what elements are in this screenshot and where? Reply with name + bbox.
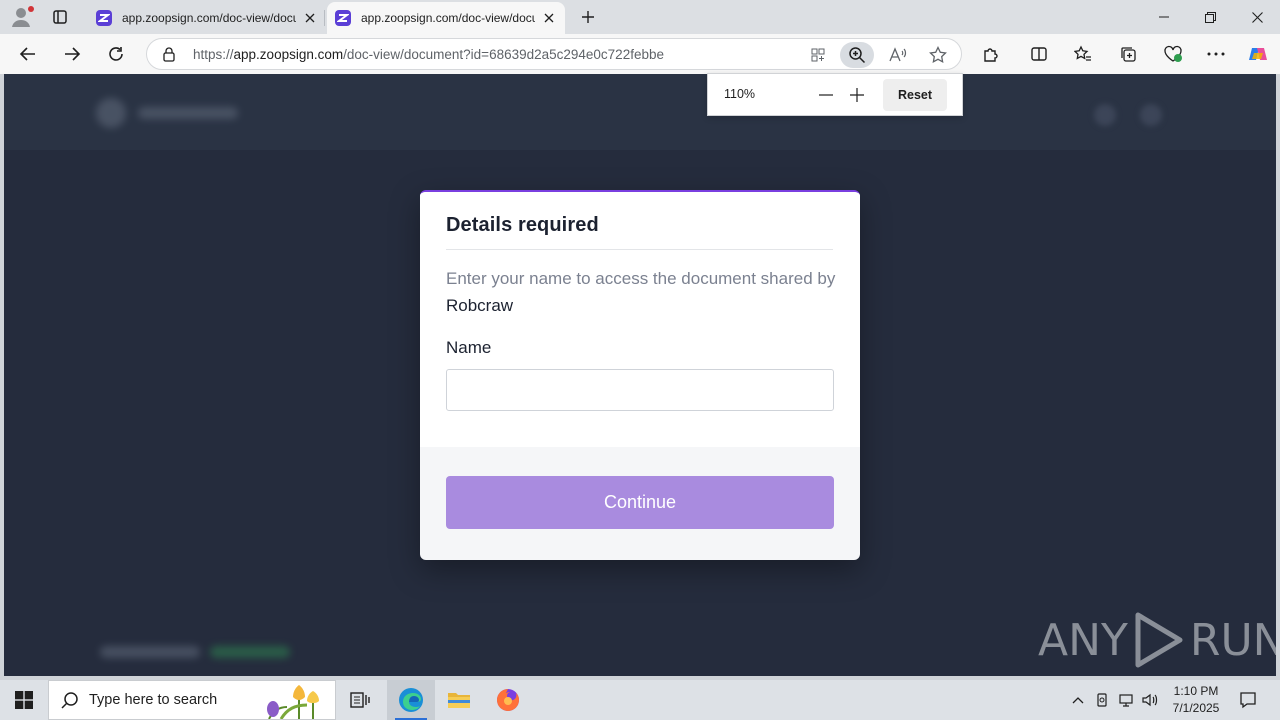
taskbar-file-explorer[interactable]	[435, 680, 483, 720]
windows-taskbar: Type here to search 1:10 PM 7/1/2025	[0, 680, 1280, 720]
edge-browser-icon	[399, 688, 423, 712]
refresh-icon[interactable]	[104, 42, 128, 66]
folder-icon	[448, 693, 470, 708]
extensions-puzzle-icon[interactable]	[979, 42, 1003, 66]
volume-icon[interactable]	[1140, 690, 1160, 710]
browser-toolbar: https://app.zoopsign.com/doc-view/docume…	[0, 34, 1280, 74]
forward-arrow-icon[interactable]	[60, 42, 84, 66]
play-logo-icon	[1135, 612, 1183, 668]
close-window-button[interactable]	[1234, 0, 1280, 34]
tab-close-icon[interactable]	[302, 10, 318, 26]
browser-tab-strip: app.zoopsign.com/doc-view/docu app.zoops…	[0, 0, 1280, 34]
zoopsign-favicon-icon	[96, 10, 112, 26]
url-text[interactable]: https://app.zoopsign.com/doc-view/docume…	[193, 47, 664, 62]
name-input[interactable]	[446, 369, 834, 411]
firefox-icon	[497, 689, 519, 711]
zoom-level: 110%	[724, 87, 756, 101]
clock-date: 7/1/2025	[1172, 701, 1220, 715]
modal-title: Details required	[446, 214, 599, 236]
favorites-list-icon[interactable]	[1071, 42, 1095, 66]
zoom-out-button[interactable]	[814, 83, 838, 107]
document-owner: Robcraw	[446, 296, 514, 315]
copilot-icon[interactable]	[1246, 42, 1270, 66]
profile-notification-dot	[28, 6, 34, 12]
tab-zoopsign-2[interactable]: app.zoopsign.com/doc-view/docu	[327, 2, 565, 34]
zoopsign-favicon-icon	[335, 10, 351, 26]
zoom-popup: 110% Reset	[707, 73, 963, 116]
zoom-in-button[interactable]	[845, 83, 869, 107]
header-blurred-icon	[1140, 104, 1162, 126]
favorite-star-icon[interactable]	[925, 42, 951, 68]
details-required-modal: Details required Enter your name to acce…	[420, 190, 860, 560]
site-header-blurred	[4, 74, 1276, 150]
show-hidden-icons-chevron-icon[interactable]	[1068, 690, 1088, 710]
address-bar[interactable]: https://app.zoopsign.com/doc-view/docume…	[146, 38, 962, 70]
taskbar-edge[interactable]	[387, 680, 435, 720]
restore-button[interactable]	[1187, 0, 1233, 34]
tab-separator	[324, 10, 325, 26]
name-label: Name	[446, 338, 492, 357]
search-placeholder: Type here to search	[89, 692, 218, 708]
new-tab-button[interactable]	[576, 5, 600, 29]
taskbar-search-box[interactable]: Type here to search	[48, 680, 336, 720]
device-status-icon[interactable]	[1092, 690, 1112, 710]
page-viewport: Details required Enter your name to acce…	[4, 74, 1276, 676]
split-screen-icon[interactable]	[1027, 42, 1051, 66]
tab-close-icon[interactable]	[541, 10, 557, 26]
start-button[interactable]	[0, 680, 48, 720]
taskbar-firefox[interactable]	[484, 680, 532, 720]
continue-button[interactable]: Continue	[446, 476, 834, 529]
task-view-button[interactable]	[336, 680, 384, 720]
tab-zoopsign-1[interactable]: app.zoopsign.com/doc-view/docu	[88, 2, 326, 34]
windows-logo-icon	[15, 691, 33, 709]
header-blurred-icon	[1094, 104, 1116, 126]
lock-icon[interactable]	[161, 46, 177, 62]
anyrun-watermark: ANY RUN	[1038, 612, 1276, 668]
more-options-icon[interactable]	[1204, 42, 1228, 66]
modal-description: Enter your name to access the document s…	[446, 269, 836, 315]
browser-essentials-icon[interactable]	[1161, 42, 1185, 66]
site-footer-blurred	[100, 646, 300, 660]
clock-time: 1:10 PM	[1173, 684, 1219, 698]
minimize-button[interactable]	[1141, 0, 1187, 34]
notification-center-icon[interactable]	[1236, 688, 1260, 712]
watermark-run: RUN	[1189, 614, 1276, 666]
zoom-reset-button[interactable]: Reset	[883, 79, 947, 111]
search-highlight-flowers-icon	[267, 685, 319, 719]
task-view-icon	[350, 692, 370, 708]
read-aloud-icon[interactable]	[885, 42, 911, 68]
app-available-icon[interactable]	[805, 42, 831, 68]
back-arrow-icon[interactable]	[16, 42, 40, 66]
tab-title: app.zoopsign.com/doc-view/docu	[361, 11, 535, 25]
zoom-in-magnifier-icon[interactable]	[840, 42, 874, 68]
network-icon[interactable]	[1116, 690, 1136, 710]
modal-divider	[446, 249, 833, 250]
site-logo	[96, 96, 252, 130]
system-clock[interactable]: 1:10 PM 7/1/2025	[1164, 683, 1228, 717]
tab-title: app.zoopsign.com/doc-view/docu	[122, 11, 296, 25]
tab-actions-icon[interactable]	[48, 5, 72, 29]
search-icon	[61, 692, 78, 709]
profile-icon[interactable]	[10, 6, 34, 28]
watermark-any: ANY	[1038, 614, 1128, 666]
modal-body: Details required Enter your name to acce…	[420, 192, 860, 447]
collections-icon[interactable]	[1116, 42, 1140, 66]
